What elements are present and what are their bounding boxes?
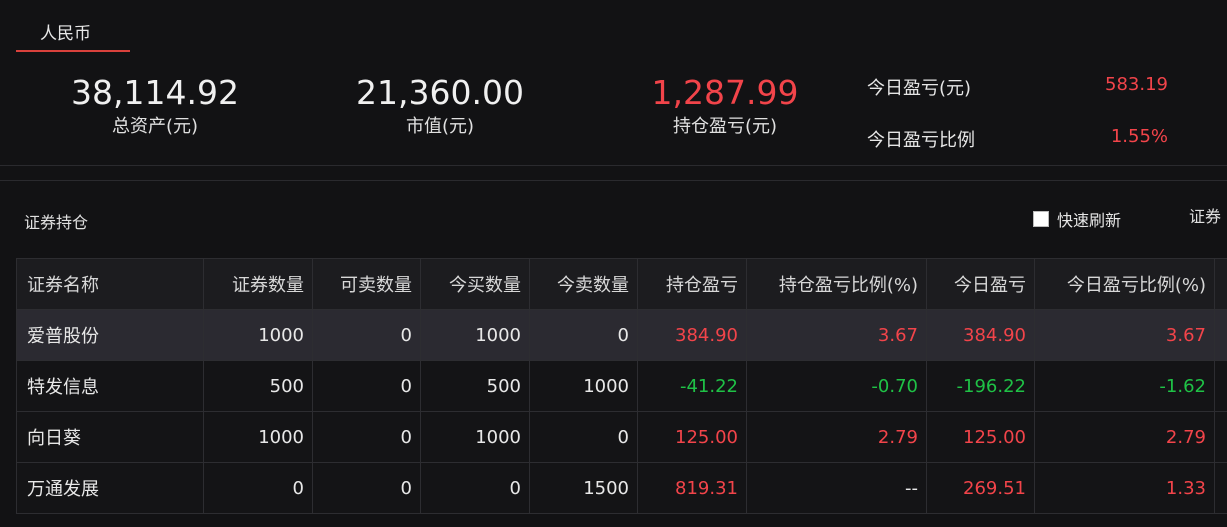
cell-bought: 0 <box>420 462 530 514</box>
cell-pnl-ratio: 3.67 <box>746 309 927 361</box>
today-pnl-label: 今日盈亏(元) <box>867 78 972 99</box>
column-header-sold[interactable]: 今卖数量 <box>529 258 638 310</box>
cell-sold: 0 <box>529 411 638 463</box>
cell-name: 爱普股份 <box>16 309 204 361</box>
summary-divider <box>0 165 1227 166</box>
cell-bought: 1000 <box>420 411 530 463</box>
cell-sellable: 0 <box>312 309 421 361</box>
cell-name: 万通发展 <box>16 462 204 514</box>
tab-rmb[interactable]: 人民币 <box>16 22 130 52</box>
quick-refresh-toggle[interactable]: 快速刷新 <box>1033 207 1121 231</box>
cell-sellable: 0 <box>312 462 421 514</box>
holdings-table: 证券名称 证券数量 可卖数量 今买数量 今卖数量 持仓盈亏 持仓盈亏比例(%) … <box>16 258 1227 514</box>
cell-overflow <box>1214 411 1227 463</box>
table-row[interactable]: 向日葵 1000 0 1000 0 125.00 2.79 125.00 2.7… <box>16 411 1227 463</box>
total-assets-label: 总资产(元) <box>111 116 199 137</box>
cell-overflow <box>1214 309 1227 361</box>
column-header-sellable[interactable]: 可卖数量 <box>312 258 421 310</box>
cell-overflow <box>1214 360 1227 412</box>
market-value-stat: 21,360.00 市值(元) <box>345 74 535 138</box>
cell-pnl-ratio: 2.79 <box>746 411 927 463</box>
quick-refresh-checkbox[interactable] <box>1033 211 1049 227</box>
cell-sold: 0 <box>529 309 638 361</box>
cell-today-ratio: 3.67 <box>1034 309 1215 361</box>
column-header-pnl[interactable]: 持仓盈亏 <box>637 258 747 310</box>
cell-sellable: 0 <box>312 411 421 463</box>
cell-qty: 0 <box>203 462 313 514</box>
market-value-value: 21,360.00 <box>356 73 524 112</box>
cell-today: 269.51 <box>926 462 1035 514</box>
column-header-today[interactable]: 今日盈亏 <box>926 258 1035 310</box>
cell-pnl: -41.22 <box>637 360 747 412</box>
cell-overflow <box>1214 462 1227 514</box>
cell-today-ratio: -1.62 <box>1034 360 1215 412</box>
table-header-row: 证券名称 证券数量 可卖数量 今买数量 今卖数量 持仓盈亏 持仓盈亏比例(%) … <box>16 258 1227 310</box>
column-header-overflow <box>1214 258 1227 310</box>
cell-today-ratio: 2.79 <box>1034 411 1215 463</box>
cell-today-ratio: 1.33 <box>1034 462 1215 514</box>
table-row[interactable]: 万通发展 0 0 0 1500 819.31 -- 269.51 1.33 <box>16 462 1227 514</box>
quick-refresh-label: 快速刷新 <box>1057 211 1122 230</box>
cell-sold: 1500 <box>529 462 638 514</box>
cell-pnl: 384.90 <box>637 309 747 361</box>
today-pnl-ratio-value: 1.55% <box>1110 126 1168 147</box>
today-pnl-value: 583.19 <box>1105 74 1168 95</box>
position-pnl-stat: 1,287.99 持仓盈亏(元) <box>630 74 820 138</box>
cell-qty: 1000 <box>203 309 313 361</box>
truncated-section-label: 证券 <box>1189 207 1222 226</box>
cell-sold: 1000 <box>529 360 638 412</box>
cell-today: 384.90 <box>926 309 1035 361</box>
cell-qty: 500 <box>203 360 313 412</box>
cell-name: 特发信息 <box>16 360 204 412</box>
cell-bought: 1000 <box>420 309 530 361</box>
table-row[interactable]: 特发信息 500 0 500 1000 -41.22 -0.70 -196.22… <box>16 360 1227 412</box>
cell-pnl: 125.00 <box>637 411 747 463</box>
cell-pnl-ratio: -- <box>746 462 927 514</box>
holdings-title: 证券持仓 <box>24 213 89 232</box>
tab-label: 人民币 <box>40 24 91 44</box>
market-value-label: 市值(元) <box>405 116 475 137</box>
section-divider <box>0 180 1227 181</box>
table-row[interactable]: 爱普股份 1000 0 1000 0 384.90 3.67 384.90 3.… <box>16 309 1227 361</box>
total-assets-value: 38,114.92 <box>71 73 239 112</box>
today-pnl-ratio-label: 今日盈亏比例 <box>867 130 975 151</box>
total-assets-stat: 38,114.92 总资产(元) <box>60 74 250 138</box>
cell-today: 125.00 <box>926 411 1035 463</box>
cell-today: -196.22 <box>926 360 1035 412</box>
cell-pnl-ratio: -0.70 <box>746 360 927 412</box>
column-header-name[interactable]: 证券名称 <box>16 258 204 310</box>
cell-pnl: 819.31 <box>637 462 747 514</box>
column-header-bought[interactable]: 今买数量 <box>420 258 530 310</box>
position-pnl-value: 1,287.99 <box>651 73 799 112</box>
cell-bought: 500 <box>420 360 530 412</box>
cell-qty: 1000 <box>203 411 313 463</box>
cell-sellable: 0 <box>312 360 421 412</box>
position-pnl-label: 持仓盈亏(元) <box>672 116 778 137</box>
cell-name: 向日葵 <box>16 411 204 463</box>
column-header-qty[interactable]: 证券数量 <box>203 258 313 310</box>
column-header-pnl-ratio[interactable]: 持仓盈亏比例(%) <box>746 258 927 310</box>
column-header-today-ratio[interactable]: 今日盈亏比例(%) <box>1034 258 1215 310</box>
